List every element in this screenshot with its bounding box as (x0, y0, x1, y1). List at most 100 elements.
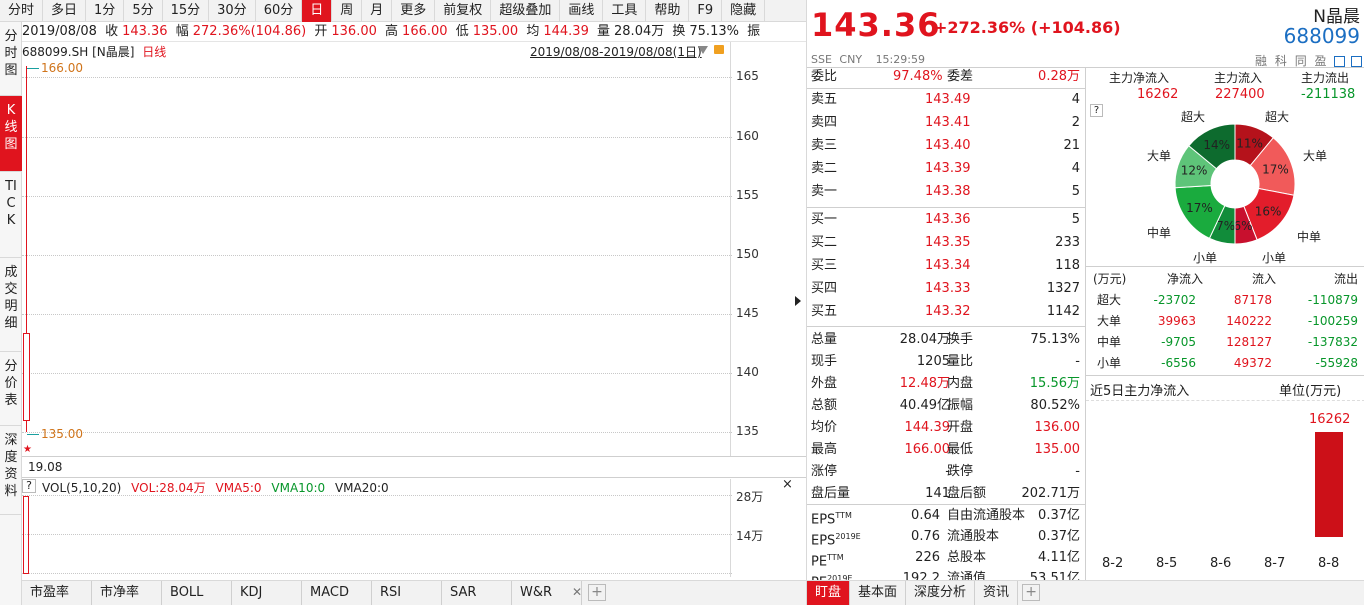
left-nav-item-0[interactable]: 分时图 (0, 22, 22, 96)
tab-close-icon[interactable]: ✕ (572, 585, 582, 599)
stat-l1: 盘后量 (811, 486, 851, 501)
stat-l1: 涨停 (811, 464, 838, 479)
stat-l1: 最高 (811, 442, 838, 457)
pie-outer-label: 中单 (1297, 230, 1322, 244)
flow-table-header: 流入 (1251, 272, 1276, 286)
indicator-tab-1[interactable]: 市净率 (92, 581, 162, 605)
fin-label2: 流通股本 (947, 529, 1000, 544)
price-gridline (22, 77, 732, 79)
left-nav-item-2[interactable]: TICK (0, 172, 22, 258)
period-tab-13[interactable]: 画线 (560, 0, 604, 22)
indicator-tab-6[interactable]: SAR (442, 581, 512, 605)
stat-l1: 总额 (811, 398, 838, 413)
vol-close-icon[interactable]: × (782, 477, 793, 492)
period-tab-3[interactable]: 5分 (124, 0, 163, 22)
chart-range-text: 2019/08/08-2019/08/08(1日) (530, 45, 702, 59)
add-tab-icon[interactable]: + (588, 584, 606, 601)
flow-help-icon[interactable]: ? (1090, 104, 1103, 117)
period-tab-4[interactable]: 15分 (163, 0, 210, 22)
left-nav-label: 分时图 (4, 29, 18, 78)
ke-icon[interactable]: 科 (1275, 54, 1287, 68)
ask-1-volume: 5 (1071, 184, 1080, 199)
fin-value2: 4.11亿 (1038, 550, 1080, 565)
range-dropdown-icon[interactable] (698, 46, 708, 54)
flow-table-cell: 128127 (1226, 335, 1272, 349)
add-quote-tab-icon[interactable]: + (1022, 584, 1041, 601)
tong-icon[interactable]: 同 (1295, 54, 1307, 68)
flow-table-cell: -23702 (1153, 293, 1196, 307)
stat-l1: 现手 (811, 354, 838, 369)
collapse-arrow-icon[interactable] (795, 296, 801, 306)
indicator-tab-2[interactable]: BOLL (162, 581, 232, 605)
flow-table-cell: -100259 (1307, 314, 1358, 328)
period-tab-14[interactable]: 工具 (603, 0, 647, 22)
left-nav-item-5[interactable]: 深度资料 (0, 426, 22, 515)
pie-outer-label: 超大 (1181, 110, 1206, 124)
candle-body[interactable] (23, 333, 30, 421)
pie-outer-label: 小单 (1262, 251, 1287, 265)
stat-v1: 12.48万 (899, 376, 950, 391)
stat-l2: 跌停 (947, 464, 974, 479)
vma20: VMA20:0 (334, 481, 389, 495)
vol-help-icon[interactable]: ? (22, 479, 36, 493)
ask-3-price: 143.40 (925, 138, 971, 153)
period-tab-6[interactable]: 60分 (256, 0, 303, 22)
flow-table-cell: -110879 (1307, 293, 1358, 307)
grid-icon[interactable] (1351, 56, 1363, 67)
chart-range[interactable]: 2019/08/08-2019/08/08(1日) (530, 43, 702, 60)
indicator-tab-4[interactable]: MACD (302, 581, 372, 605)
divider (807, 326, 1085, 327)
left-nav-item-3[interactable]: 成交明细 (0, 258, 22, 352)
info-high-label: 高 (385, 24, 399, 39)
quote-tab-2[interactable]: 深度分析 (906, 581, 976, 605)
lock-icon[interactable] (714, 45, 724, 54)
period-tab-15[interactable]: 帮助 (646, 0, 690, 22)
period-tab-11[interactable]: 前复权 (435, 0, 492, 22)
indicator-tab-0[interactable]: 市盈率 (22, 581, 92, 605)
period-tab-0[interactable]: 分时 (0, 0, 44, 22)
left-nav-item-1[interactable]: K线图 (0, 96, 22, 172)
order-weicha-lbl: 委差 (947, 69, 974, 84)
flow-table-header: 流出 (1333, 272, 1358, 286)
price-gridline (22, 136, 732, 138)
period-tab-12[interactable]: 超级叠加 (491, 0, 561, 22)
period-tab-1[interactable]: 多日 (43, 0, 87, 22)
left-nav-label: K线图 (4, 103, 18, 152)
ask-3-volume: 21 (1063, 138, 1080, 153)
ask-4-label: 卖四 (811, 115, 838, 130)
five-day-bar[interactable] (1315, 432, 1343, 537)
period-tab-8[interactable]: 周 (332, 0, 363, 22)
divider (1086, 266, 1364, 267)
pie-slice-label: 11% (1236, 137, 1263, 151)
flow-table-header: 净流入 (1166, 272, 1203, 286)
indicator-tab-5[interactable]: RSI (372, 581, 442, 605)
chart-symbol: 688099.SH [N晶晨] (22, 45, 135, 59)
bid-2-label: 买二 (811, 235, 838, 250)
period-tab-16[interactable]: F9 (689, 0, 723, 22)
stock-code[interactable]: 688099 (1284, 24, 1360, 48)
period-tab-17[interactable]: 隐藏 (722, 0, 766, 22)
quote-tab-0[interactable]: 盯盘 (807, 581, 851, 605)
rong-icon[interactable]: 融 (1255, 54, 1267, 68)
left-nav-item-4[interactable]: 分价表 (0, 352, 22, 426)
vol-title: VOL(5,10,20) (42, 481, 122, 495)
last-price: 143.36 (811, 6, 941, 44)
period-tab-10[interactable]: 更多 (392, 0, 436, 22)
flow-table-cell: 140222 (1226, 314, 1272, 328)
pie-slice-label: 12% (1181, 164, 1208, 178)
volume-panel[interactable]: ? VOL(5,10,20) VOL:28.04万 VMA5:0 VMA10:0… (22, 477, 806, 577)
period-tab-5[interactable]: 30分 (209, 0, 256, 22)
pie-slice-label: 6% (1234, 219, 1253, 233)
pie-outer-label: 大单 (1303, 149, 1328, 163)
indicator-tab-3[interactable]: KDJ (232, 581, 302, 605)
period-tab-2[interactable]: 1分 (86, 0, 125, 22)
quote-tab-1[interactable]: 基本面 (850, 581, 907, 605)
period-tab-9[interactable]: 月 (362, 0, 393, 22)
kline-chart[interactable]: 688099.SH [N晶晨] 日线 2019/08/08-2019/08/08… (22, 42, 806, 456)
price-ytick: 165 (736, 69, 759, 84)
period-tab-7[interactable]: 日 (302, 0, 333, 22)
ying-icon[interactable]: 盈 (1315, 54, 1327, 68)
five-day-xlabel: 8-7 (1264, 556, 1286, 571)
quote-tab-3[interactable]: 资讯 (975, 581, 1019, 605)
edit-icon[interactable] (1334, 56, 1346, 67)
